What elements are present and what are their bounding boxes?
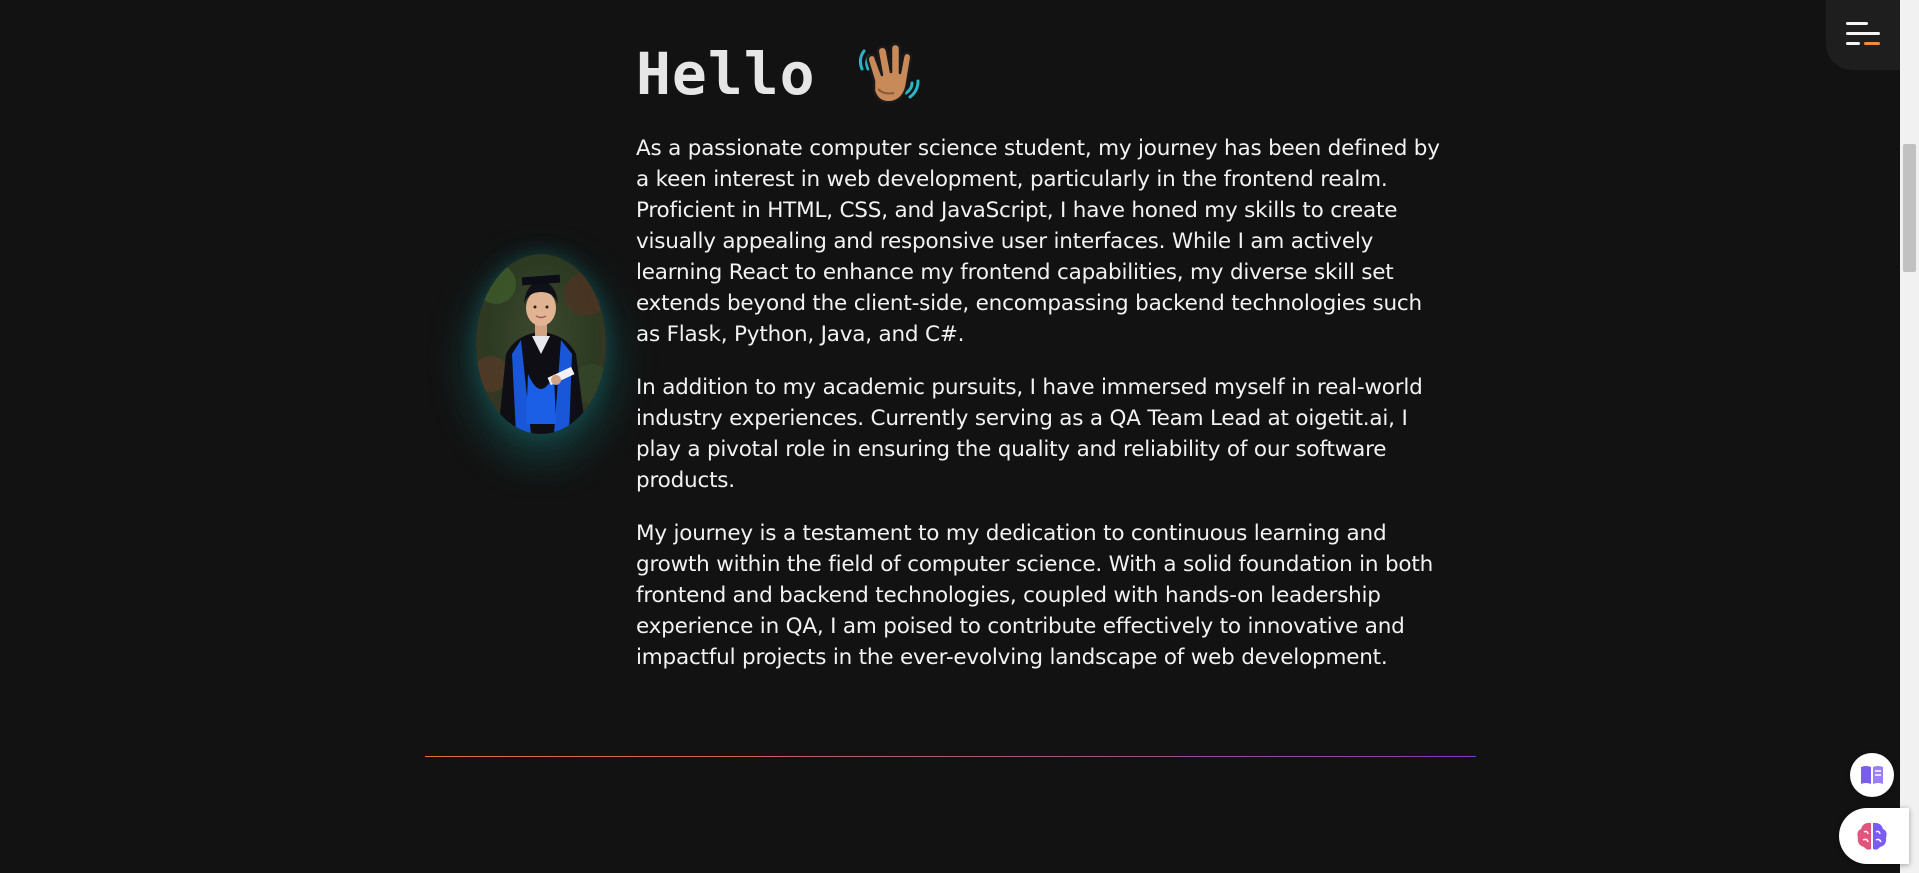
section-divider (425, 756, 1476, 757)
open-book-icon (1861, 766, 1883, 784)
waving-hand-icon (854, 39, 922, 109)
scrollbar-thumb[interactable] (1903, 144, 1916, 272)
about-paragraph-1: As a passionate computer science student… (636, 136, 1440, 347)
scrollbar-track[interactable] (1900, 0, 1919, 873)
hamburger-menu-icon (1846, 22, 1880, 45)
reader-mode-button[interactable] (1850, 753, 1894, 797)
greeting-row: Hello (636, 36, 922, 112)
menu-button[interactable] (1826, 0, 1900, 70)
greeting-heading: Hello (636, 40, 816, 108)
about-text: As a passionate computer science student… (636, 133, 1448, 695)
about-paragraph-3: My journey is a testament to my dedicati… (636, 521, 1434, 670)
profile-avatar (476, 254, 606, 434)
brain-icon (1857, 822, 1887, 850)
about-paragraph-2: In addition to my academic pursuits, I h… (636, 375, 1423, 493)
assistant-button[interactable] (1839, 808, 1909, 864)
